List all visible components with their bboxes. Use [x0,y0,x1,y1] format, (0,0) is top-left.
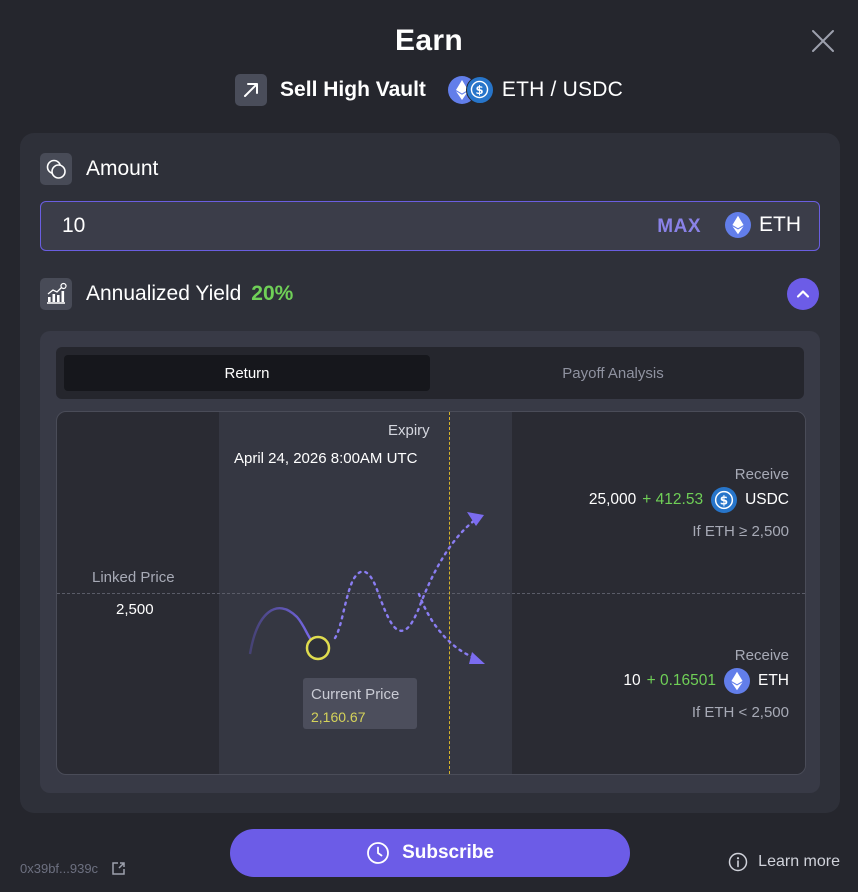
upper-asset: USDC [745,491,789,508]
tab-bar: Return Payoff Analysis [56,347,804,399]
address-text: 0x39bf...939c [20,861,99,876]
max-button[interactable]: MAX [657,216,701,238]
eth-coin-icon [724,668,750,694]
eth-coin-icon [725,212,751,238]
close-button[interactable] [809,27,837,55]
upper-condition: If ETH ≥ 2,500 [692,523,789,540]
learn-more-label: Learn more [758,853,840,870]
vault-name: Sell High Vault [280,78,426,101]
yield-chart-icon [40,278,72,310]
svg-text:$: $ [475,83,483,97]
close-icon [812,30,834,52]
amount-input[interactable]: 10 MAX ETH [40,201,820,251]
page-title: Earn [395,24,463,57]
upper-amount: 25,000 [588,491,637,508]
external-link-icon [112,862,125,875]
clock-icon [367,842,389,864]
lower-amount: 10 [623,672,641,689]
tab-payoff-analysis[interactable]: Payoff Analysis [430,355,796,391]
lower-receive-amount: 10 + 0.16501 ETH [623,668,789,694]
current-price-marker [305,635,331,661]
lower-condition: If ETH < 2,500 [691,704,789,721]
return-panel: Return Payoff Analysis Linked Price 2,50… [40,331,820,793]
lower-receive-label: Receive [734,647,789,664]
lower-asset: ETH [758,672,789,689]
usdc-coin-icon: $ [465,76,494,104]
payoff-diagram: Linked Price 2,500 Expiry April 24, 2026… [56,411,806,775]
amount-value[interactable]: 10 [62,214,85,238]
svg-text:$: $ [720,494,728,508]
vault-header: Sell High Vault $ ETH / USDC [0,74,858,106]
pair-icons: $ [447,76,494,104]
learn-more-link[interactable]: Learn more [728,852,840,872]
coins-icon [40,153,72,185]
chevron-up-icon [796,290,810,298]
asset-label: ETH [759,213,801,236]
subscribe-label: Subscribe [402,842,494,863]
amount-label: Amount [86,157,159,180]
yield-section-header: Annualized Yield 20% [40,278,293,310]
earn-card: Amount 10 MAX ETH Annualized Yield 20% R… [20,133,840,813]
pair-name: ETH / USDC [501,78,623,101]
wallet-address[interactable]: 0x39bf...939c [20,861,126,876]
arrow-up-right-icon [235,74,268,106]
upper-receive-amount: 25,000 + 412.53 $ USDC [589,487,789,513]
subscribe-button[interactable]: Subscribe [230,829,630,877]
current-price-value: 2,160.67 [311,709,366,725]
collapse-button[interactable] [787,278,819,310]
info-icon [728,852,748,872]
asset-selector[interactable]: ETH [725,212,801,238]
upper-receive-label: Receive [734,466,789,483]
tab-return[interactable]: Return [64,355,430,391]
lower-bonus: + 0.16501 [646,672,716,689]
upper-bonus: + 412.53 [642,491,704,508]
current-price-label: Current Price [311,686,400,703]
yield-label: Annualized Yield [86,282,242,305]
current-price-tooltip: Current Price 2,160.67 [303,678,417,729]
amount-section-header: Amount [40,153,158,185]
usdc-coin-icon: $ [711,487,738,513]
yield-value: 20% [251,282,294,305]
